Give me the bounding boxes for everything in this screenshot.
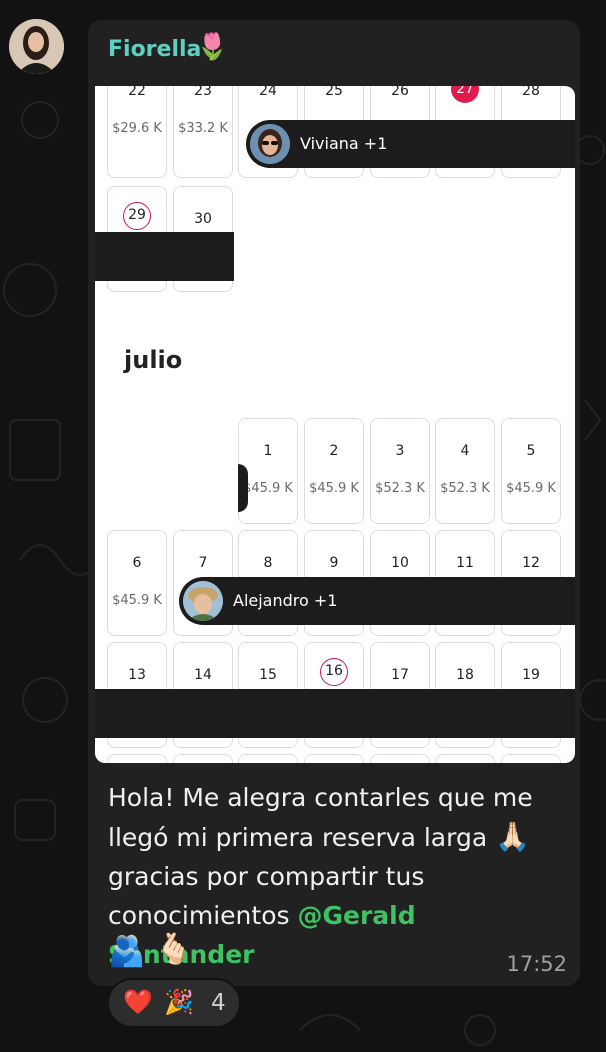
day-number: 24 [259,86,277,99]
day-price: $45.9 K [506,481,556,496]
calendar-day [370,754,430,763]
day-number: 18 [456,667,474,683]
day-number: 12 [522,555,540,571]
reactions-pill[interactable]: ❤️ 🎉 4 [107,978,241,1028]
day-number: 8 [263,555,273,571]
calendar-day [238,754,298,763]
reservation-bar-end [238,464,248,512]
guest-avatar [183,581,223,621]
day-number: 5 [526,443,536,459]
guest-name: Viviana +1 [300,134,388,153]
calendar-day [304,754,364,763]
calendar-day: 5 $45.9 K [501,418,561,524]
calendar-day [107,754,167,763]
day-number: 30 [194,211,212,227]
party-reaction: 🎉 [164,988,194,1016]
calendar-day: 4 $52.3 K [435,418,495,524]
guest-avatar [250,124,290,164]
day-number: 4 [460,443,470,459]
day-number: 13 [128,667,146,683]
calendar-day: 6 $45.9 K [107,530,167,636]
tulip-emoji: 🌷 [196,32,229,62]
day-number: 1 [263,443,273,459]
day-number: 14 [194,667,212,683]
reservation-bar [95,232,234,281]
day-number: 17 [391,667,409,683]
reaction-count: 4 [211,990,226,1016]
day-price: $33.2 K [178,121,228,136]
message-line: conocimientos [108,901,290,930]
sender-name[interactable]: Fiorella [108,37,201,62]
message-time: 17:52 [506,952,567,976]
day-number: 15 [259,667,277,683]
sender-avatar[interactable] [9,19,64,74]
day-number: 3 [395,443,405,459]
day-number: 23 [194,86,212,99]
day-number: 9 [329,555,339,571]
reservation-bar: Alejandro +1 [179,577,575,625]
checkout-marker: 16 [320,658,348,686]
attached-image[interactable]: 22 $29.6 K 23 $33.2 K 24 25 26 27 28 Viv… [95,86,575,763]
calendar-day [173,754,233,763]
day-price: $52.3 K [375,481,425,496]
day-number: 28 [522,86,540,99]
day-number: 22 [128,86,146,99]
guest-name: Alejandro +1 [233,591,338,610]
calendar-day [501,754,561,763]
calendar-day [435,754,495,763]
calendar-day: 3 $52.3 K [370,418,430,524]
day-number: 2 [329,443,339,459]
message-line: Hola! Me alegra contarles que me [108,783,533,812]
day-price: $45.9 K [309,481,359,496]
checkin-marker: 29 [123,202,151,230]
calendar-day: 22 $29.6 K [107,86,167,178]
day-number: 25 [325,86,343,99]
day-price: $45.9 K [112,593,162,608]
day-number: 26 [391,86,409,99]
month-label: julio [124,346,183,374]
heart-reaction: ❤️ [123,988,153,1016]
day-number: 6 [132,555,142,571]
day-price: $52.3 K [440,481,490,496]
message-line: gracias por compartir tus [108,862,425,891]
finger-heart-emoji: 🫰🏻 [155,932,193,967]
day-number: 7 [198,555,208,571]
day-number: 11 [456,555,474,571]
reservation-bar: Viviana +1 [246,120,575,168]
calendar-day: 23 $33.2 K [173,86,233,178]
reservation-bar [95,689,575,738]
people-hugging-emoji: 🫂 [108,934,146,969]
today-marker: 27 [451,86,479,103]
message-line: llegó mi primera reserva larga [108,823,488,852]
pray-emoji: 🙏🏻 [495,820,530,853]
day-number: 10 [391,555,409,571]
calendar-day: 2 $45.9 K [304,418,364,524]
day-price: $29.6 K [112,121,162,136]
day-number: 19 [522,667,540,683]
